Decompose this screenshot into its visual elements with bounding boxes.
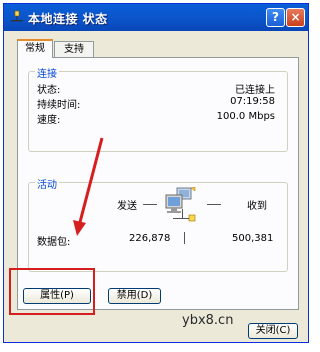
watermark-text: ybx8.cn: [182, 313, 234, 328]
tab-general[interactable]: 常规: [17, 39, 53, 58]
